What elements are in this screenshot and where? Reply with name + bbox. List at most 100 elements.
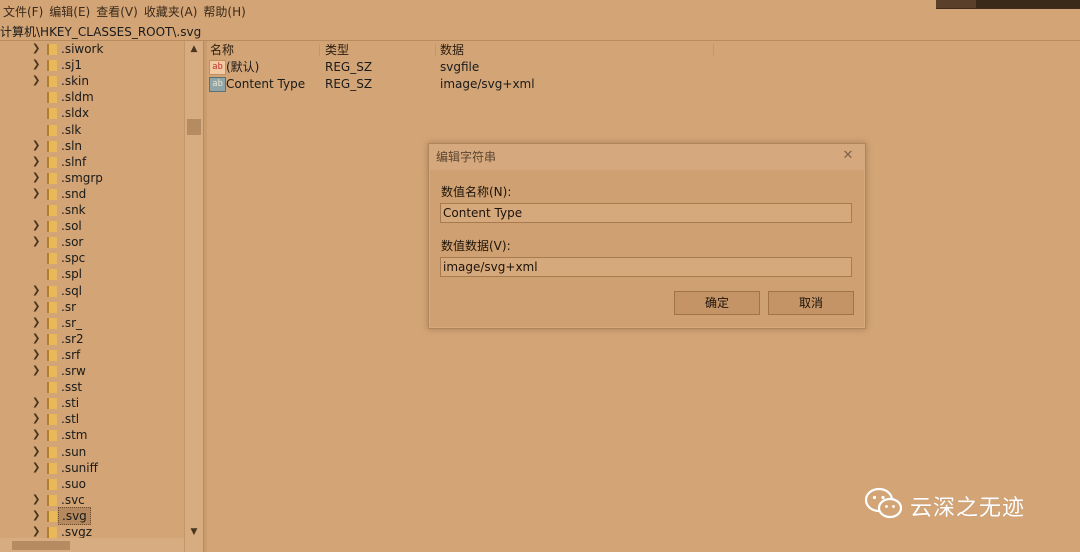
tree-item[interactable]: ❯ .skin (0, 73, 184, 89)
chevron-right-icon[interactable]: ❯ (32, 460, 42, 476)
scroll-thumb[interactable] (187, 119, 201, 135)
folder-icon (47, 462, 57, 474)
tree-item[interactable]: ❯ .sln (0, 138, 184, 154)
tree-item[interactable]: .spc (0, 250, 184, 266)
chevron-right-icon[interactable]: ❯ (32, 444, 42, 460)
folder-icon (47, 510, 57, 522)
folder-icon (47, 446, 57, 458)
folder-icon (47, 140, 57, 152)
value-type: REG_SZ (325, 60, 373, 74)
folder-icon (47, 269, 57, 281)
chevron-right-icon[interactable]: ❯ (32, 234, 42, 250)
chevron-right-icon[interactable]: ❯ (32, 57, 42, 73)
tree-item[interactable]: ❯ .sr_ (0, 315, 184, 331)
value-data-label: 数值数据(V): (441, 239, 511, 253)
tree-item[interactable]: .spl (0, 266, 184, 282)
chevron-right-icon[interactable]: ❯ (32, 411, 42, 427)
ok-button[interactable]: 确定 (674, 291, 760, 315)
menu-edit[interactable]: 编辑(E) (46, 3, 93, 20)
string-value-icon: ab (209, 77, 226, 92)
hscroll-thumb[interactable] (12, 541, 70, 550)
tree-item[interactable]: ❯ .sr2 (0, 331, 184, 347)
string-value-icon: ab (209, 60, 226, 75)
tree-item[interactable]: .sst (0, 379, 184, 395)
tree-item[interactable]: ❯ .stl (0, 411, 184, 427)
cancel-button[interactable]: 取消 (768, 291, 854, 315)
tree-item[interactable]: ❯ .siwork (0, 41, 184, 57)
column-separator[interactable] (713, 44, 714, 56)
tree-item[interactable]: ❯ .stm (0, 427, 184, 443)
chevron-right-icon[interactable]: ❯ (32, 363, 42, 379)
column-header-data[interactable]: 数据 (440, 41, 464, 59)
tree-item-label: .sj1 (61, 58, 83, 73)
folder-icon (47, 527, 57, 538)
menu-view[interactable]: 查看(V) (93, 3, 141, 20)
tree-item[interactable]: ❯ .sun (0, 444, 184, 460)
menu-bar: 文件(F) 编辑(E) 查看(V) 收藏夹(A) 帮助(H) (0, 0, 1080, 22)
tree-item[interactable]: ❯ .sj1 (0, 57, 184, 73)
value-row[interactable]: ab Content Type REG_SZ image/svg+xml (207, 76, 727, 93)
chevron-right-icon[interactable]: ❯ (32, 331, 42, 347)
column-separator[interactable] (319, 44, 320, 56)
tree-item[interactable]: ❯ .sor (0, 234, 184, 250)
tree-item[interactable]: ❯ .suniff (0, 460, 184, 476)
chevron-right-icon[interactable]: ❯ (32, 492, 42, 508)
tree-item-label: .svc (61, 492, 85, 507)
chevron-right-icon[interactable]: ❯ (32, 41, 42, 57)
chevron-right-icon[interactable]: ❯ (32, 299, 42, 315)
tree-item[interactable]: .suo (0, 476, 184, 492)
tree-item[interactable]: ❯ .srf (0, 347, 184, 363)
value-row[interactable]: ab (默认) REG_SZ svgfile (207, 59, 727, 76)
chevron-right-icon[interactable]: ❯ (32, 347, 42, 363)
tree-item[interactable]: ❯ .smgrp (0, 170, 184, 186)
tree-item[interactable]: .sldm (0, 89, 184, 105)
tree-item[interactable]: ❯ .sol (0, 218, 184, 234)
chevron-right-icon[interactable]: ❯ (32, 186, 42, 202)
chevron-right-icon[interactable]: ❯ (32, 283, 42, 299)
tree-item[interactable]: ❯ .snd (0, 186, 184, 202)
tree-vertical-scrollbar[interactable]: ▲ ▼ (184, 41, 203, 552)
chevron-right-icon[interactable]: ❯ (32, 315, 42, 331)
address-bar[interactable]: 计算机\HKEY_CLASSES_ROOT\.svg (0, 22, 1080, 41)
menu-help[interactable]: 帮助(H) (200, 3, 248, 20)
dialog-titlebar[interactable]: 编辑字符串 (429, 144, 865, 170)
scroll-up-icon[interactable]: ▲ (185, 41, 203, 57)
tree-item[interactable]: .snk (0, 202, 184, 218)
folder-icon (47, 317, 57, 329)
tree-item[interactable]: ❯ .svc (0, 492, 184, 508)
tree-item[interactable]: ❯ .sti (0, 395, 184, 411)
tree-item[interactable]: ❯ .svg (0, 506, 184, 525)
tree-item[interactable]: .slk (0, 122, 184, 138)
menu-file[interactable]: 文件(F) (0, 3, 46, 20)
tree-item-label: .sti (61, 396, 80, 411)
chevron-right-icon[interactable]: ❯ (32, 427, 42, 443)
chevron-right-icon[interactable]: ❯ (32, 218, 42, 234)
tree-item[interactable]: ❯ .srw (0, 363, 184, 379)
tree-item[interactable]: .sldx (0, 105, 184, 121)
chevron-right-icon[interactable]: ❯ (32, 73, 42, 89)
tree-item[interactable]: ❯ .sql (0, 283, 184, 299)
folder-icon (47, 124, 57, 136)
close-icon[interactable]: ✕ (841, 149, 855, 163)
chevron-right-icon[interactable]: ❯ (32, 170, 42, 186)
tree-horizontal-scrollbar[interactable] (0, 538, 184, 552)
chevron-right-icon[interactable]: ❯ (32, 154, 42, 170)
tree-item-label: .stm (61, 428, 88, 443)
column-header-name[interactable]: 名称 (210, 41, 234, 59)
tree-item-label: .sln (61, 138, 83, 153)
value-name-field[interactable] (440, 203, 852, 223)
tree-item[interactable]: ❯ .slnf (0, 154, 184, 170)
folder-icon (47, 253, 57, 265)
chevron-right-icon[interactable]: ❯ (32, 138, 42, 154)
chevron-right-icon[interactable]: ❯ (32, 508, 42, 524)
column-separator[interactable] (435, 44, 436, 56)
folder-icon (47, 44, 57, 55)
folder-icon (47, 237, 57, 249)
menu-favorites[interactable]: 收藏夹(A) (141, 3, 201, 20)
column-header-type[interactable]: 类型 (325, 41, 349, 59)
value-data-field[interactable] (440, 257, 852, 277)
watermark-text: 云深之无迹 (910, 496, 1026, 521)
chevron-down-icon[interactable]: ▼ (185, 524, 203, 540)
chevron-right-icon[interactable]: ❯ (32, 395, 42, 411)
tree-item[interactable]: ❯ .sr (0, 299, 184, 315)
